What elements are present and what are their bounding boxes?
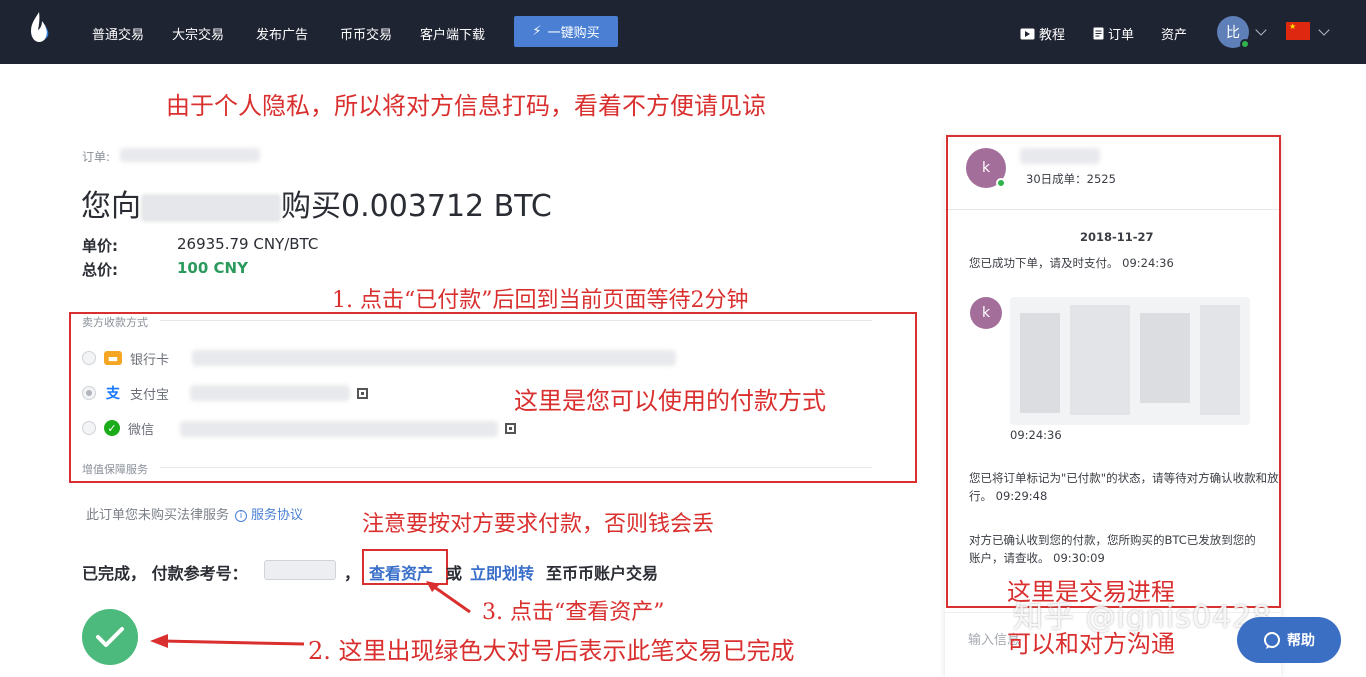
quick-buy-button[interactable]: ⚡ 一键购买 (514, 16, 618, 47)
payment-option-alipay[interactable]: 支 支付宝 (82, 383, 169, 403)
help-button[interactable]: 帮助 (1237, 617, 1341, 663)
help-label: 帮助 (1287, 633, 1315, 649)
seller-name-redacted (141, 193, 281, 222)
nav-post-ad[interactable]: 发布广告 (256, 24, 308, 43)
order-title-prefix: 您向 (81, 189, 141, 224)
top-nav: 普通交易 大宗交易 发布广告 币币交易 客户端下载 ⚡ 一键购买 教程 订单 资… (0, 0, 1366, 64)
nav-coin-trade[interactable]: 币币交易 (340, 24, 392, 43)
annotation-step3: 3. 点击“查看资产” (482, 600, 665, 625)
user-avatar[interactable]: 比 (1217, 16, 1250, 49)
nav-normal-trade[interactable]: 普通交易 (92, 24, 144, 43)
chevron-down-icon[interactable] (1318, 24, 1330, 36)
video-icon (1020, 28, 1035, 39)
divider (160, 467, 872, 468)
china-flag-icon[interactable]: ★ (1286, 22, 1310, 40)
payment-option-wechat[interactable]: ✓ 微信 (82, 418, 154, 438)
alipay-icon: 支 (104, 386, 122, 402)
wechat-icon: ✓ (104, 420, 120, 436)
nav-bulk-trade[interactable]: 大宗交易 (172, 24, 224, 43)
legal-service-note: 此订单您未购买法律服务 i 服务协议 (86, 504, 303, 523)
avatar-text: 比 (1226, 25, 1240, 41)
arrow-icon (150, 634, 305, 648)
divider (160, 320, 872, 321)
tutorial-link[interactable]: 教程 (1020, 24, 1065, 43)
payment-section-label: 卖方收款方式 (82, 316, 148, 329)
alipay-info-redacted (190, 385, 350, 401)
online-status-dot (1240, 39, 1250, 49)
payment-method-label: 微信 (128, 422, 155, 438)
payment-option-bank[interactable]: ▬ 银行卡 (82, 348, 169, 368)
quick-buy-label: 一键购买 (547, 26, 600, 41)
order-id-label: 订单: (82, 150, 111, 164)
total-label: 总价: (82, 261, 118, 279)
orders-label: 订单 (1108, 28, 1135, 43)
order-id-redacted (120, 148, 260, 162)
arrow-icon (426, 581, 471, 614)
radio-bank[interactable] (82, 351, 96, 365)
annotation-step2: 2. 这里出现绿色大对号后表示此笔交易已完成 (308, 637, 795, 665)
transfer-suffix: 至币币账户交易 (546, 564, 659, 583)
lightning-icon: ⚡ (532, 24, 542, 39)
chat-highlight (946, 135, 1281, 608)
qr-code-icon[interactable] (357, 388, 368, 399)
payment-method-label: 银行卡 (130, 352, 170, 368)
chat-bubble-icon (1264, 632, 1280, 649)
order-title-suffix: 购买0.003712 BTC (281, 189, 552, 224)
annotation-payment-methods: 这里是您可以使用的付款方式 (514, 387, 826, 415)
annotation-step1: 1. 点击“已付款”后回到当前页面等待2分钟 (332, 288, 749, 313)
radio-alipay[interactable] (82, 386, 96, 400)
order-title: 您向 购买0.003712 BTC (81, 181, 552, 225)
payment-ref-redacted (264, 560, 336, 580)
chevron-down-icon[interactable] (1255, 24, 1267, 36)
completion-line: 已完成， 付款参考号： (82, 560, 248, 584)
price-label: 单价: (82, 237, 118, 255)
huobi-logo-icon[interactable] (26, 10, 52, 44)
ref-label: 付款参考号： (151, 564, 248, 583)
total-value: 100 CNY (177, 259, 248, 277)
payment-method-label: 支付宝 (130, 387, 170, 403)
legal-text: 此订单您未购买法律服务 (86, 508, 230, 523)
annotation-warning: 注意要按对方要求付款，否则钱会丢 (362, 512, 715, 537)
status-completed: 已完成， (82, 564, 147, 583)
value-added-label: 增值保障服务 (82, 463, 148, 476)
bank-info-redacted (192, 350, 676, 366)
success-check-icon (82, 609, 138, 665)
service-agreement-link[interactable]: 服务协议 (251, 508, 303, 523)
qr-code-icon[interactable] (505, 423, 516, 434)
bank-card-icon: ▬ (104, 351, 122, 365)
document-icon (1093, 27, 1104, 40)
assets-label: 资产 (1161, 28, 1188, 43)
nav-client-download[interactable]: 客户端下载 (420, 24, 485, 43)
annotation-chat: 可以和对方沟通 (1007, 630, 1175, 658)
wechat-info-redacted (180, 421, 498, 437)
annotation-privacy: 由于个人隐私，所以将对方信息打码，看着不方便请见谅 (166, 92, 766, 120)
price-value: 26935.79 CNY/BTC (177, 235, 319, 253)
assets-link[interactable]: 资产 (1161, 24, 1187, 43)
comma: ， (344, 564, 361, 583)
tutorial-label: 教程 (1039, 28, 1066, 43)
radio-wechat[interactable] (82, 421, 96, 435)
orders-link[interactable]: 订单 (1093, 24, 1134, 43)
info-icon: i (235, 509, 248, 522)
